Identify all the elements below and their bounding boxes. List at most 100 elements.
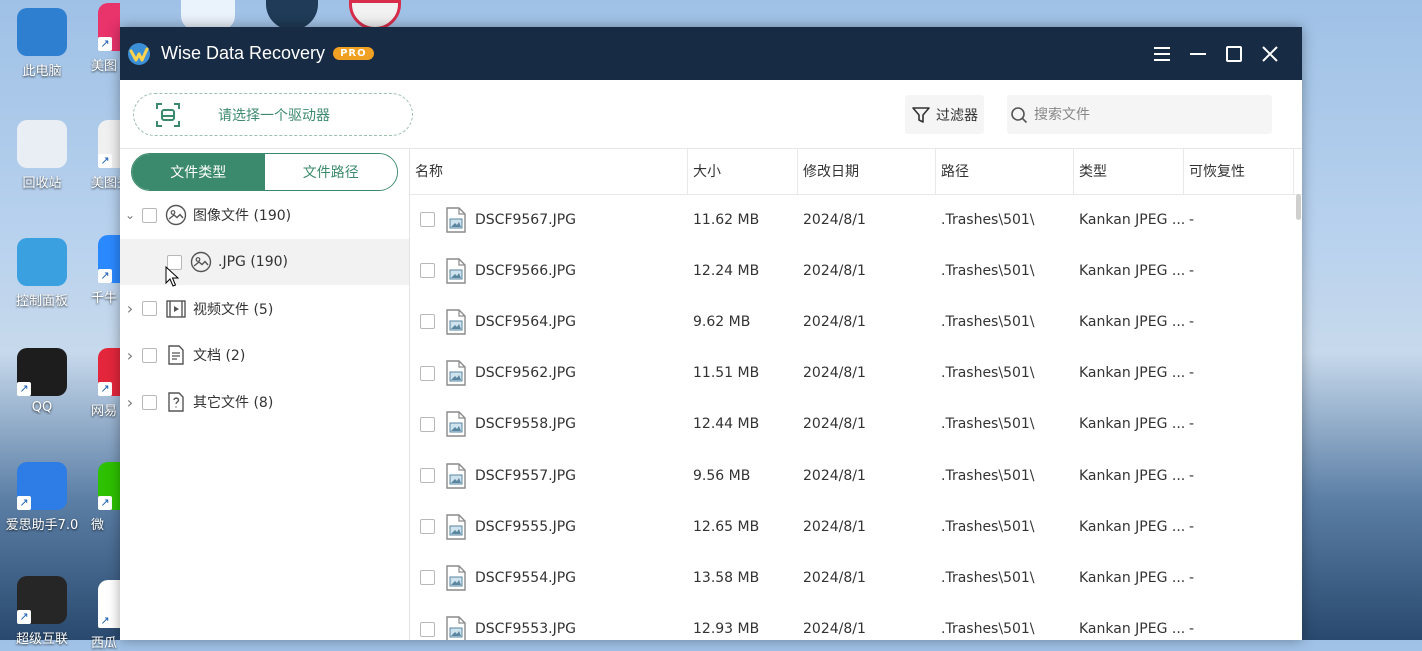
tree-item[interactable]: .JPG (190) xyxy=(120,238,409,286)
file-path: .Trashes\501\ xyxy=(941,569,1035,586)
table-row[interactable]: DSCF9557.JPG 9.56 MB 2024/8/1 .Trashes\501\… xyxy=(410,450,1294,501)
table-row[interactable]: DSCF9553.JPG 12.93 MB 2024/8/1 .Trashes\501… xyxy=(410,604,1294,640)
taskbar-folder-icon[interactable] xyxy=(181,0,235,30)
file-name: DSCF9555.JPG xyxy=(475,518,576,535)
menu-button[interactable] xyxy=(1144,36,1180,72)
super-link-icon: ↗ xyxy=(17,576,67,624)
close-button[interactable] xyxy=(1252,36,1288,72)
desktop-icon-netease[interactable]: ↗ 网易 xyxy=(84,348,120,419)
file-path: .Trashes\501\ xyxy=(941,416,1035,433)
tree-item-label: 文档 (2) xyxy=(193,348,246,365)
row-checkbox[interactable] xyxy=(420,365,435,381)
app-logo-icon xyxy=(128,42,150,65)
desktop-icon-super-link[interactable]: ↗ 超级互联 xyxy=(0,576,84,647)
desktop-icon-xigua[interactable]: ↗ 西瓜 xyxy=(84,580,120,651)
maximize-icon xyxy=(1226,45,1242,62)
file-name-cell: DSCF9554.JPG xyxy=(410,565,688,591)
chevron-right-icon[interactable]: › xyxy=(121,393,139,412)
file-list-panel: 名称 大小 修改日期 路径 类型 可恢复性 DSCF9567.JPG 11.62 … xyxy=(410,148,1302,640)
chevron-down-icon[interactable]: ⌄ xyxy=(121,208,139,222)
desktop-icon-label: 西瓜 xyxy=(91,636,118,651)
shortcut-arrow-icon: ↗ xyxy=(17,496,31,510)
desktop-icon-recycle-bin[interactable]: 回收站 xyxy=(0,120,84,191)
tree-item[interactable]: › 视频文件 (5) xyxy=(120,285,409,332)
row-checkbox[interactable] xyxy=(420,263,435,279)
desktop-icon-label: 美图秀 xyxy=(91,176,120,191)
row-checkbox[interactable] xyxy=(420,416,435,432)
search-input[interactable] xyxy=(1032,105,1256,124)
desktop-icon-this-pc[interactable]: 此电脑 xyxy=(0,8,84,79)
column-header-date[interactable]: 修改日期 xyxy=(798,148,936,194)
drive-selector[interactable]: 请选择一个驱动器 xyxy=(133,93,413,136)
column-header-recoverability[interactable]: 可恢复性 xyxy=(1184,148,1294,194)
table-row[interactable]: DSCF9564.JPG 9.62 MB 2024/8/1 .Trashes\501\… xyxy=(410,296,1294,347)
row-checkbox[interactable] xyxy=(420,570,435,586)
tree-item-label: 其它文件 (8) xyxy=(193,395,274,412)
file-name-cell: DSCF9557.JPG xyxy=(410,462,688,489)
tree-item-checkbox[interactable] xyxy=(142,394,157,410)
modified-date: 2024/8/1 xyxy=(803,211,866,228)
desktop-icon-control-panel[interactable]: 控制面板 xyxy=(0,238,84,309)
table-row[interactable]: DSCF9554.JPG 13.58 MB 2024/8/1 .Trashes\501… xyxy=(410,552,1294,603)
column-header-path[interactable]: 路径 xyxy=(936,148,1074,194)
table-row[interactable]: DSCF9567.JPG 11.62 MB 2024/8/1 .Trashes\501… xyxy=(410,194,1294,245)
table-row[interactable]: DSCF9566.JPG 12.24 MB 2024/8/1 .Trashes\501… xyxy=(410,245,1294,296)
maximize-button[interactable] xyxy=(1216,36,1252,72)
desktop-icon-wechat[interactable]: ↗ 微 xyxy=(84,462,120,533)
filter-button[interactable]: 过滤器 xyxy=(905,95,984,134)
file-path: .Trashes\501\ xyxy=(941,518,1035,535)
desktop-icon-label: 美图 xyxy=(91,59,118,74)
taskbar-user-icon[interactable] xyxy=(266,0,318,30)
table-row[interactable]: DSCF9562.JPG 11.51 MB 2024/8/1 .Trashes\501… xyxy=(410,348,1294,399)
tree-item-checkbox[interactable] xyxy=(142,347,157,363)
tree-item-checkbox[interactable] xyxy=(142,301,157,317)
recoverability: - xyxy=(1189,313,1195,330)
row-checkbox[interactable] xyxy=(420,314,435,330)
file-type: Kankan JPEG ... xyxy=(1079,621,1184,638)
file-path: .Trashes\501\ xyxy=(941,621,1035,638)
desktop-icon-i4[interactable]: ↗ 爱思助手7.0 xyxy=(0,462,84,533)
image-file-icon xyxy=(446,565,466,591)
chevron-right-icon[interactable]: › xyxy=(121,299,139,318)
recoverability: - xyxy=(1189,211,1195,228)
row-checkbox[interactable] xyxy=(420,519,435,535)
tab-file-path[interactable]: 文件路径 xyxy=(264,154,397,190)
taskbar-app-icon[interactable] xyxy=(349,0,401,30)
wechat-icon: ↗ xyxy=(98,462,120,510)
shortcut-arrow-icon: ↗ xyxy=(98,269,112,283)
shortcut-arrow-icon: ↗ xyxy=(98,496,112,510)
document-icon xyxy=(168,345,184,366)
row-checkbox[interactable] xyxy=(420,621,435,637)
file-name: DSCF9553.JPG xyxy=(475,621,576,638)
row-checkbox[interactable] xyxy=(420,212,435,228)
column-header-name[interactable]: 名称 xyxy=(410,148,688,194)
search-box xyxy=(1007,95,1272,134)
file-path: .Trashes\501\ xyxy=(941,262,1035,279)
tab-file-type[interactable]: 文件类型 xyxy=(132,154,265,190)
tree-item[interactable]: › 其它文件 (8) xyxy=(120,379,409,426)
recoverability: - xyxy=(1189,262,1195,279)
file-type: Kankan JPEG ... xyxy=(1079,416,1184,433)
desktop-icon-qianniu[interactable]: ↗ 千牛 xyxy=(84,235,120,306)
scrollbar[interactable] xyxy=(1294,194,1302,640)
file-name-cell: DSCF9562.JPG xyxy=(410,360,688,386)
shortcut-arrow-icon: ↗ xyxy=(98,154,112,168)
column-header-type[interactable]: 类型 xyxy=(1074,148,1184,194)
tree-item-checkbox[interactable] xyxy=(142,207,157,223)
image-icon xyxy=(190,251,212,273)
desktop-icon-meitu-xiu[interactable]: ↗ 美图秀 xyxy=(84,120,120,191)
desktop-icon-meitu[interactable]: ↗ 美图 xyxy=(84,3,120,74)
tree-item[interactable]: › 文档 (2) xyxy=(120,332,409,379)
scroll-thumb[interactable] xyxy=(1296,194,1301,220)
table-row[interactable]: DSCF9558.JPG 12.44 MB 2024/8/1 .Trashes\501… xyxy=(410,399,1294,450)
table-row[interactable]: DSCF9555.JPG 12.65 MB 2024/8/1 .Trashes\501… xyxy=(410,501,1294,552)
minimize-button[interactable] xyxy=(1180,36,1216,72)
desktop-icon-qq[interactable]: ↗ QQ xyxy=(0,348,84,415)
row-checkbox[interactable] xyxy=(420,468,435,484)
column-header-size[interactable]: 大小 xyxy=(688,148,798,194)
shortcut-arrow-icon: ↗ xyxy=(17,610,31,624)
tree-item[interactable]: ⌄ 图像文件 (190) xyxy=(120,192,409,239)
file-name-cell: DSCF9553.JPG xyxy=(410,616,688,640)
qq-icon: ↗ xyxy=(17,348,67,396)
chevron-right-icon[interactable]: › xyxy=(121,346,139,365)
